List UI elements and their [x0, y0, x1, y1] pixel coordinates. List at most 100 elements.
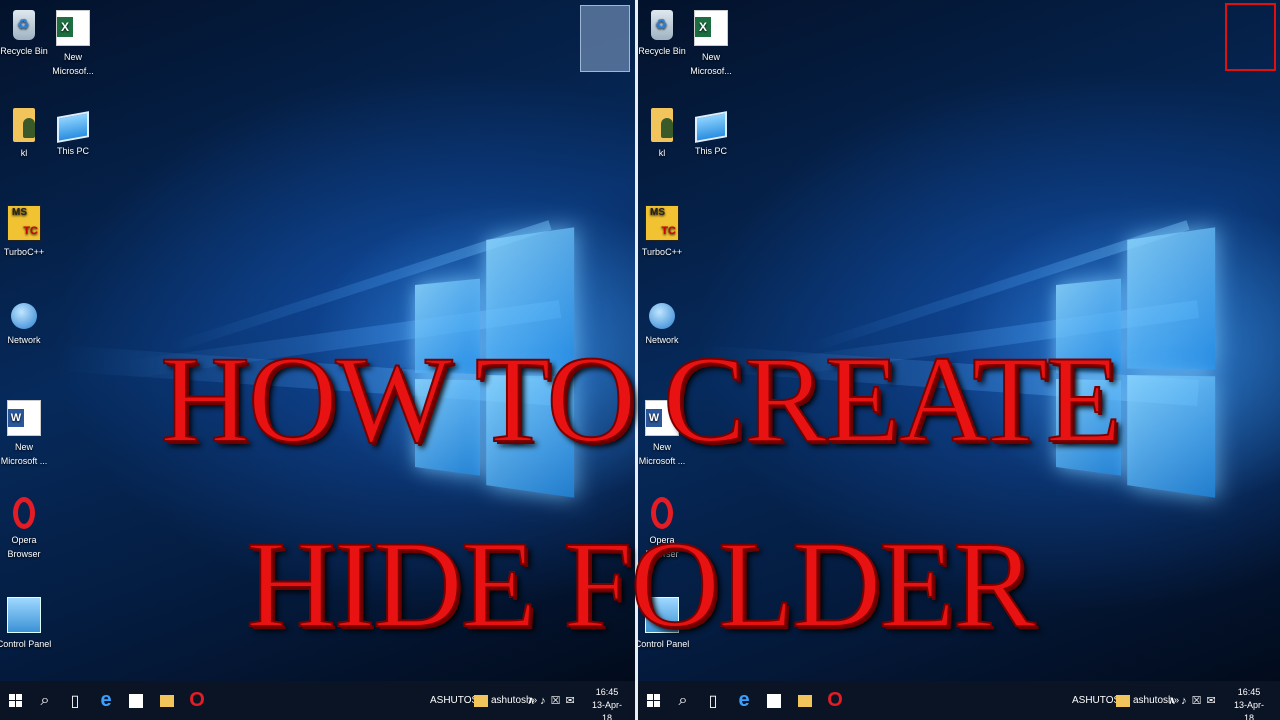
- desktop-icon-this-pc[interactable]: This PC: [45, 108, 101, 158]
- icon-label: This PC: [694, 146, 727, 156]
- task-view-icon: ▯: [70, 692, 80, 710]
- volume-icon[interactable]: ♪: [540, 695, 546, 707]
- notifications-icon[interactable]: ✉: [1206, 694, 1215, 707]
- task-view-button[interactable]: ▯: [698, 681, 728, 720]
- clock-time: 16:45: [1237, 687, 1261, 697]
- icon-label: TurboC++: [641, 247, 683, 257]
- task-view-icon: ▯: [708, 692, 718, 710]
- desktop-wallpaper: [0, 0, 635, 681]
- taskbar-opera[interactable]: O: [182, 681, 212, 720]
- icon-label: Control Panel: [638, 639, 690, 649]
- toolbar-label: ashutosh: [491, 695, 532, 706]
- folder-icon: [474, 694, 488, 707]
- taskbar-opera[interactable]: O: [820, 681, 850, 720]
- windows-logo: [1056, 227, 1216, 498]
- taskbar: ⌕ ▯ e O ASHUTOSH ashutosh» ∧ ♪ ☒ ✉ 16:45…: [0, 681, 635, 720]
- opera-icon: [13, 497, 35, 529]
- taskbar-store[interactable]: [121, 681, 151, 720]
- opera-icon: O: [827, 689, 843, 711]
- control-panel-icon: [7, 597, 41, 633]
- desktop-wallpaper: [638, 0, 1280, 681]
- edge-icon: e: [738, 689, 750, 711]
- search-icon: ⌕: [678, 691, 688, 709]
- icon-label: New Microsof...: [690, 52, 732, 76]
- word-icon: [7, 400, 41, 436]
- clock-date: 13-Apr-18: [1233, 700, 1264, 720]
- show-hidden-icons-icon[interactable]: ∧: [1168, 694, 1176, 707]
- desktop-icon-excel[interactable]: New Microsof...: [45, 10, 101, 78]
- icon-label: New Microsoft ...: [638, 442, 686, 466]
- icon-label: Network: [645, 335, 679, 345]
- system-tray: ∧ ♪ ☒ ✉: [527, 681, 575, 720]
- desktop-icon-opera[interactable]: Opera Browser: [0, 497, 52, 561]
- desktop-icon-network[interactable]: Network: [638, 303, 690, 347]
- taskbar-edge[interactable]: e: [729, 681, 759, 720]
- icon-label: kl: [20, 148, 28, 158]
- start-button[interactable]: [0, 681, 30, 720]
- desktop-selection-rectangle: [580, 5, 630, 72]
- opera-icon: [651, 497, 673, 529]
- opera-icon: O: [189, 689, 205, 711]
- desktop-icon-word[interactable]: New Microsoft ...: [638, 400, 690, 468]
- hidden-folder-highlight-box: [1225, 3, 1276, 71]
- user-folder-icon: [651, 108, 673, 142]
- icon-label: Control Panel: [0, 639, 52, 649]
- desktop-icon-turboc[interactable]: TurboC++: [638, 205, 690, 259]
- icon-label: This PC: [56, 146, 89, 156]
- taskbar-edge[interactable]: e: [91, 681, 121, 720]
- icon-label: Opera Browser: [645, 535, 679, 559]
- store-icon: [767, 693, 781, 708]
- system-tray: ∧ ♪ ☒ ✉: [1168, 681, 1216, 720]
- taskbar-file-explorer[interactable]: [152, 681, 182, 720]
- store-icon: [129, 693, 143, 708]
- search-button[interactable]: ⌕: [30, 681, 60, 720]
- icon-label: New Microsoft ...: [0, 442, 48, 466]
- recycle-bin-icon: [13, 10, 35, 40]
- folder-icon: [798, 694, 812, 707]
- left-desktop-pane: Recycle Bin New Microsof... kl This PC T…: [0, 0, 635, 720]
- windows-start-icon: [8, 694, 22, 707]
- desktop-icon-control-panel[interactable]: Control Panel: [0, 597, 52, 651]
- clock-date: 13-Apr-18: [591, 700, 622, 720]
- turbo-c-icon: [645, 205, 679, 241]
- icon-label: Opera Browser: [7, 535, 41, 559]
- icon-label: TurboC++: [3, 247, 45, 257]
- show-hidden-icons-icon[interactable]: ∧: [527, 694, 535, 707]
- icon-label: New Microsof...: [52, 52, 94, 76]
- windows-start-icon: [646, 694, 660, 707]
- task-view-button[interactable]: ▯: [60, 681, 90, 720]
- turbo-c-icon: [7, 205, 41, 241]
- word-icon: [645, 400, 679, 436]
- search-button[interactable]: ⌕: [668, 681, 698, 720]
- desktop-icon-excel[interactable]: New Microsof...: [683, 10, 739, 78]
- volume-icon[interactable]: ♪: [1181, 695, 1187, 707]
- control-panel-icon: [645, 597, 679, 633]
- search-icon: ⌕: [40, 691, 50, 709]
- icon-label: Recycle Bin: [0, 46, 48, 56]
- taskbar-clock[interactable]: 16:45 13-Apr-18: [1229, 686, 1269, 720]
- desktop-icon-turboc[interactable]: TurboC++: [0, 205, 52, 259]
- right-desktop-pane: Recycle Bin New Microsof... kl This PC T…: [638, 0, 1280, 720]
- taskbar-store[interactable]: [759, 681, 789, 720]
- network-icon: [649, 303, 675, 329]
- notifications-icon[interactable]: ✉: [565, 694, 574, 707]
- network-icon: [11, 303, 37, 329]
- excel-icon: [694, 10, 728, 46]
- network-status-icon[interactable]: ☒: [1192, 694, 1202, 707]
- desktop-icon-network[interactable]: Network: [0, 303, 52, 347]
- taskbar-file-explorer[interactable]: [790, 681, 820, 720]
- folder-icon: [1116, 694, 1130, 707]
- this-pc-icon: [57, 111, 89, 143]
- taskbar-clock[interactable]: 16:45 13-Apr-18: [587, 686, 627, 720]
- icon-label: kl: [658, 148, 666, 158]
- recycle-bin-icon: [651, 10, 673, 40]
- clock-time: 16:45: [595, 687, 619, 697]
- start-button[interactable]: [638, 681, 668, 720]
- taskbar: ⌕ ▯ e O ASHUTOSH ashutosh» ∧ ♪ ☒ ✉ 16:45…: [638, 681, 1280, 720]
- desktop-icon-this-pc[interactable]: This PC: [683, 108, 739, 158]
- icon-label: Recycle Bin: [638, 46, 686, 56]
- desktop-icon-control-panel[interactable]: Control Panel: [638, 597, 690, 651]
- network-status-icon[interactable]: ☒: [551, 694, 561, 707]
- desktop-icon-opera[interactable]: Opera Browser: [638, 497, 690, 561]
- desktop-icon-word[interactable]: New Microsoft ...: [0, 400, 52, 468]
